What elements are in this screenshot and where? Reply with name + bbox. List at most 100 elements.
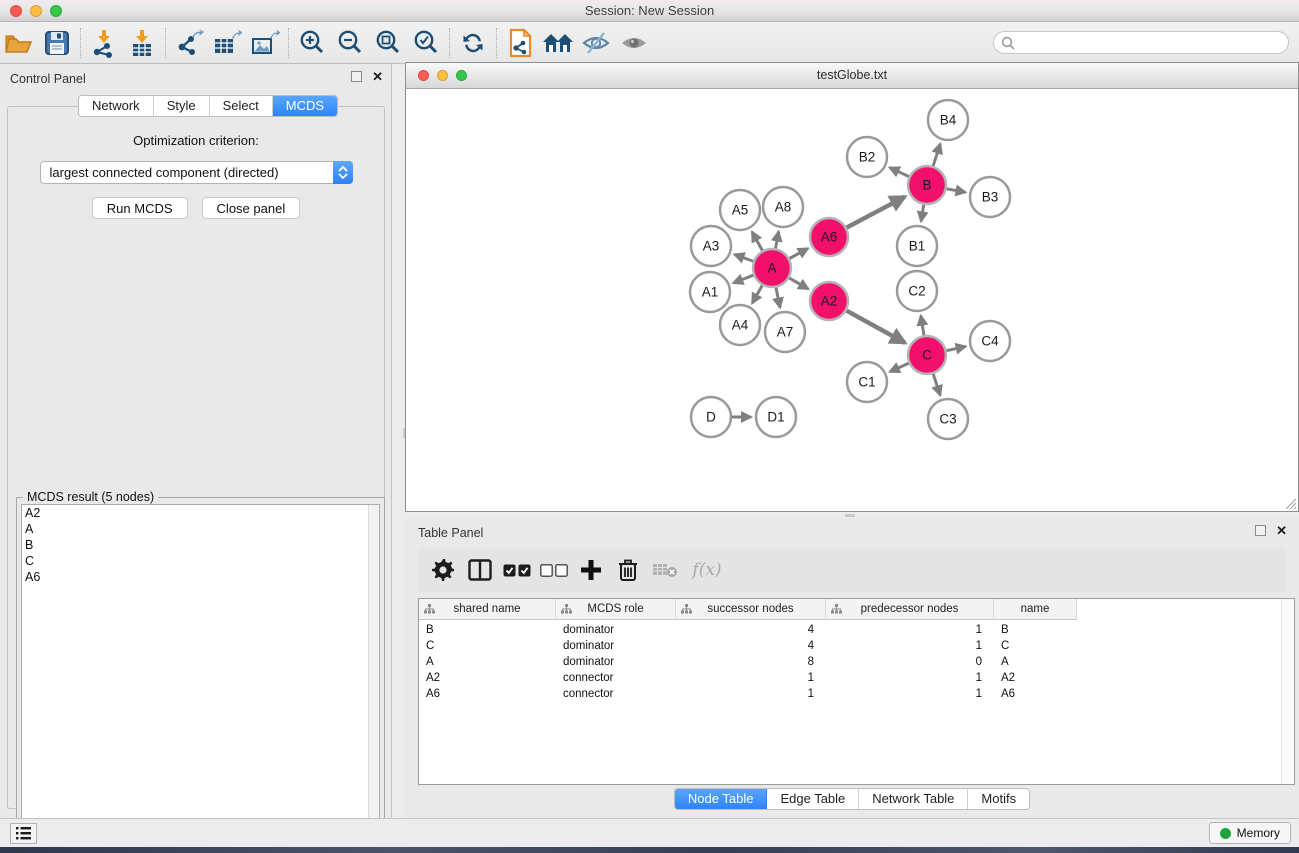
save-session-icon[interactable]: [38, 26, 76, 60]
mcds-result-item[interactable]: A: [22, 521, 379, 537]
add-row-plus-icon[interactable]: [572, 553, 609, 587]
edge-A-A3[interactable]: [735, 254, 756, 262]
table-cell[interactable]: A: [1001, 654, 1074, 670]
run-mcds-button[interactable]: Run MCDS: [92, 197, 188, 219]
table-cell[interactable]: C: [426, 638, 553, 654]
close-panel-icon[interactable]: ✕: [372, 71, 383, 82]
export-network-icon[interactable]: [170, 26, 208, 60]
table-cell[interactable]: connector: [563, 670, 673, 686]
table-cell[interactable]: A: [426, 654, 553, 670]
minimize-window-button[interactable]: [30, 5, 42, 17]
split-columns-icon[interactable]: [461, 553, 498, 587]
edge-B-B4[interactable]: [932, 144, 940, 169]
zoom-selected-icon[interactable]: [407, 26, 445, 60]
table-cell[interactable]: connector: [563, 686, 673, 702]
tab-network[interactable]: Network: [79, 96, 154, 116]
float-panel-icon[interactable]: [351, 71, 362, 82]
tab-style[interactable]: Style: [154, 96, 210, 116]
table-cell[interactable]: 1: [676, 670, 814, 686]
table-cell[interactable]: A2: [426, 670, 553, 686]
criterion-dropdown[interactable]: largest connected component (directed): [40, 161, 353, 184]
resize-grip-icon[interactable]: [1283, 496, 1296, 509]
table-cell[interactable]: dominator: [563, 638, 673, 654]
table-cell[interactable]: 1: [826, 670, 982, 686]
network-graph[interactable]: B4B2BB3B1A6A5A8A3AA1A4A7A2C2C4CC1C3DD1: [406, 89, 1298, 511]
delete-table-icon[interactable]: [646, 553, 683, 587]
column-header-predecessor-nodes[interactable]: predecessor nodes: [826, 599, 994, 620]
mcds-list-scrollbar[interactable]: [368, 505, 379, 837]
import-table-icon[interactable]: [123, 26, 161, 60]
select-all-checkboxes-icon[interactable]: [498, 553, 535, 587]
node-table[interactable]: shared nameMCDS rolesuccessor nodesprede…: [418, 598, 1295, 785]
network-close-button[interactable]: [418, 70, 429, 81]
function-builder-icon[interactable]: f(x): [683, 553, 731, 587]
task-history-button[interactable]: [10, 823, 37, 844]
table-cell[interactable]: 4: [676, 622, 814, 638]
edge-C-C3[interactable]: [932, 371, 940, 395]
table-cell[interactable]: B: [1001, 622, 1074, 638]
edge-C-C1[interactable]: [890, 362, 912, 372]
table-close-panel-icon[interactable]: ✕: [1276, 525, 1287, 536]
home-layout-icon[interactable]: [539, 26, 577, 60]
table-cell[interactable]: dominator: [563, 654, 673, 670]
memory-button[interactable]: Memory: [1209, 822, 1291, 844]
zoom-in-icon[interactable]: [293, 26, 331, 60]
network-canvas[interactable]: B4B2BB3B1A6A5A8A3AA1A4A7A2C2C4CC1C3DD1: [406, 89, 1298, 511]
table-cell[interactable]: A2: [1001, 670, 1074, 686]
search-field[interactable]: [993, 31, 1289, 54]
delete-row-trash-icon[interactable]: [609, 553, 646, 587]
table-cell[interactable]: 0: [826, 654, 982, 670]
mcds-result-item[interactable]: A6: [22, 569, 379, 585]
edge-C-C2[interactable]: [921, 316, 925, 339]
tab-select[interactable]: Select: [210, 96, 273, 116]
horizontal-split-handle[interactable]: [845, 514, 855, 517]
table-cell[interactable]: 1: [826, 686, 982, 702]
mcds-result-item[interactable]: C: [22, 553, 379, 569]
show-all-eye-icon[interactable]: [615, 26, 653, 60]
close-window-button[interactable]: [10, 5, 22, 17]
edge-A-A2[interactable]: [787, 277, 809, 289]
table-cell[interactable]: 8: [676, 654, 814, 670]
refresh-icon[interactable]: [454, 26, 492, 60]
edge-A6-B[interactable]: [844, 197, 905, 229]
column-header-MCDS-role[interactable]: MCDS role: [556, 599, 676, 620]
mcds-result-list[interactable]: A2ABCA6: [21, 504, 380, 838]
search-input[interactable]: [1020, 34, 1288, 52]
table-cell[interactable]: 1: [826, 638, 982, 654]
mcds-result-item[interactable]: B: [22, 537, 379, 553]
table-float-panel-icon[interactable]: [1255, 525, 1266, 536]
open-session-icon[interactable]: [0, 26, 38, 60]
export-image-icon[interactable]: [246, 26, 284, 60]
tab-network-table[interactable]: Network Table: [859, 789, 968, 809]
hide-selected-eye-icon[interactable]: [577, 26, 615, 60]
zoom-window-button[interactable]: [50, 5, 62, 17]
table-cell[interactable]: C: [1001, 638, 1074, 654]
import-network-icon[interactable]: [85, 26, 123, 60]
edge-B-B2[interactable]: [890, 168, 912, 178]
network-window-controls[interactable]: [418, 70, 467, 81]
edge-A-A5[interactable]: [752, 232, 764, 253]
zoom-fit-icon[interactable]: [369, 26, 407, 60]
table-scrollbar[interactable]: [1281, 599, 1294, 784]
table-cell[interactable]: 1: [826, 622, 982, 638]
table-cell[interactable]: A6: [426, 686, 553, 702]
edge-A-A7[interactable]: [775, 285, 780, 308]
edge-A-A4[interactable]: [752, 283, 763, 303]
edge-A-A1[interactable]: [733, 274, 756, 283]
table-cell[interactable]: A6: [1001, 686, 1074, 702]
clear-all-checkboxes-icon[interactable]: [535, 553, 572, 587]
tab-edge-table[interactable]: Edge Table: [767, 789, 859, 809]
column-header-successor-nodes[interactable]: successor nodes: [676, 599, 826, 620]
tab-mcds[interactable]: MCDS: [273, 96, 337, 116]
table-cell[interactable]: 1: [676, 686, 814, 702]
column-header-shared-name[interactable]: shared name: [419, 599, 556, 620]
close-panel-button[interactable]: Close panel: [202, 197, 301, 219]
network-minimize-button[interactable]: [437, 70, 448, 81]
network-window-titlebar[interactable]: testGlobe.txt: [406, 63, 1298, 89]
table-cell[interactable]: 4: [676, 638, 814, 654]
edge-A2-C[interactable]: [844, 309, 905, 343]
edge-C-C4[interactable]: [944, 346, 966, 351]
tab-node-table[interactable]: Node Table: [675, 789, 768, 809]
column-header-name[interactable]: name: [994, 599, 1077, 620]
table-cell[interactable]: dominator: [563, 622, 673, 638]
